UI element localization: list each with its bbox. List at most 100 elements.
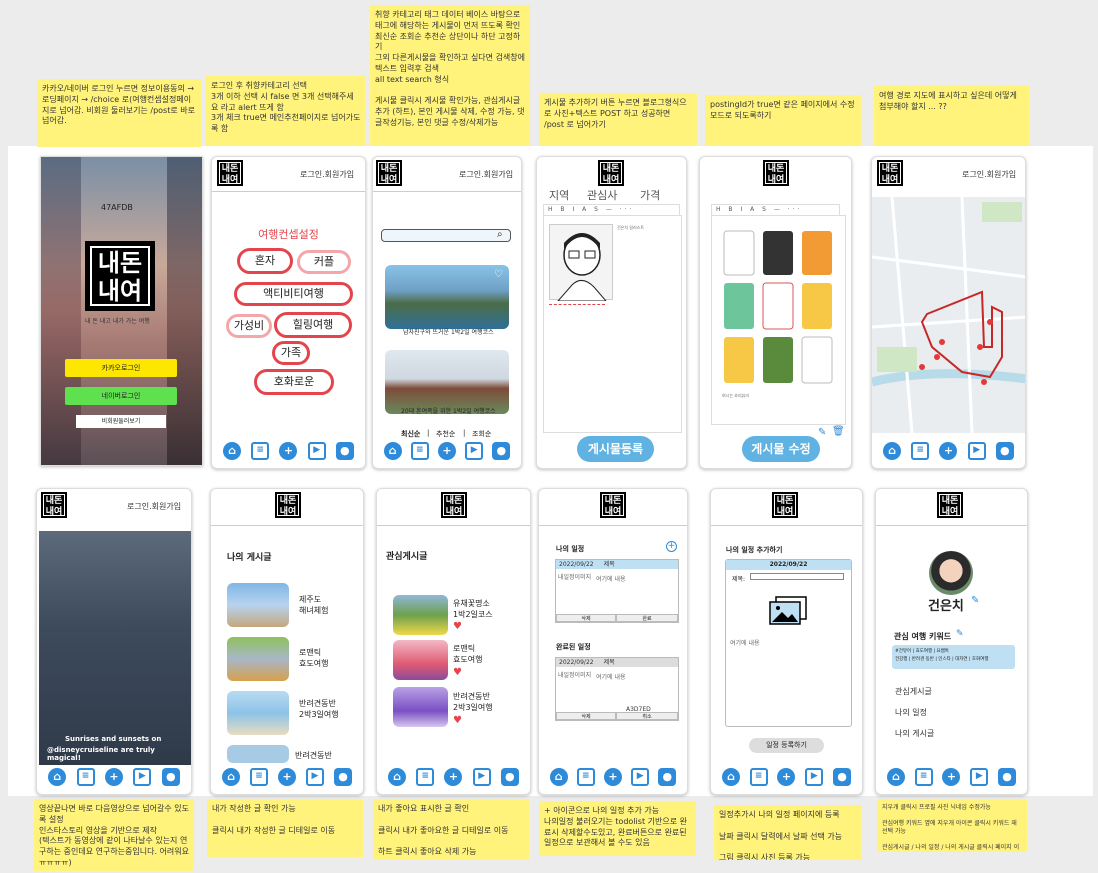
post-thumbnail[interactable]: [385, 350, 509, 414]
tag-value[interactable]: 가성비: [226, 314, 272, 338]
list-icon[interactable]: ≡: [410, 442, 429, 460]
user-icon[interactable]: ●: [833, 768, 852, 786]
schedule-card[interactable]: 2022/09/22 제목 내일정이미지 여기에 내용 삭제 완료: [555, 559, 679, 623]
post-thumbnail[interactable]: [385, 265, 509, 329]
card-image[interactable]: 내일정이미지: [558, 670, 594, 679]
home-icon[interactable]: ⌂: [48, 768, 67, 786]
avatar[interactable]: [929, 551, 973, 595]
login-link[interactable]: 로그인.회원가입: [300, 169, 354, 180]
plus-icon[interactable]: +: [437, 442, 456, 460]
trash-icon[interactable]: 🗑: [832, 426, 845, 437]
login-link[interactable]: 로그인.회원가입: [459, 169, 513, 180]
home-icon[interactable]: ⌂: [886, 768, 905, 786]
home-icon[interactable]: ⌂: [883, 442, 902, 460]
video-icon[interactable]: ▶: [631, 768, 650, 786]
tag-solo[interactable]: 혼자: [237, 248, 293, 274]
post-title[interactable]: 로맨틱 효도여행: [453, 644, 482, 666]
post-thumbnail[interactable]: [393, 640, 448, 680]
plus-icon[interactable]: +: [939, 442, 958, 460]
heart-icon[interactable]: ♥: [453, 667, 462, 678]
story-video[interactable]: [39, 531, 191, 765]
route-map[interactable]: [872, 196, 1025, 434]
guest-button[interactable]: 비회원둘러보기: [76, 415, 166, 428]
heart-icon[interactable]: ♡: [494, 269, 503, 280]
home-icon[interactable]: ⌂: [223, 442, 242, 460]
tag-luxury[interactable]: 호화로운: [254, 369, 334, 395]
schedule-submit-button[interactable]: 일정 등록하기: [749, 738, 824, 753]
eraser-icon[interactable]: ✎: [956, 629, 964, 639]
video-icon[interactable]: ▶: [306, 768, 324, 786]
post-title[interactable]: 유채꽃명소 1박2일코스: [453, 599, 493, 621]
menu-liked-posts[interactable]: 관심게시글: [895, 686, 932, 697]
menu-my-posts[interactable]: 나의 게시글: [895, 728, 934, 739]
video-icon[interactable]: ▶: [967, 442, 986, 460]
post-title[interactable]: 반려견동반 2박3일여행: [453, 692, 493, 714]
post-thumbnail[interactable]: [227, 583, 289, 627]
post-title[interactable]: 반려견동반 2박3일여행: [299, 699, 339, 721]
home-icon[interactable]: ⌂: [721, 768, 740, 786]
filter-price[interactable]: 가격: [640, 187, 660, 203]
user-icon[interactable]: ●: [334, 768, 352, 786]
search-icon[interactable]: ⌕: [497, 229, 503, 240]
post-title[interactable]: 로맨틱 효도여행: [299, 648, 328, 670]
title-input[interactable]: [750, 573, 844, 580]
kakao-login-button[interactable]: 카카오로그인: [65, 359, 177, 377]
home-icon[interactable]: ⌂: [388, 768, 407, 786]
list-icon[interactable]: ≡: [914, 768, 933, 786]
user-icon[interactable]: ●: [335, 442, 354, 460]
list-icon[interactable]: ≡: [76, 768, 95, 786]
tag-healing[interactable]: 힐링여행: [274, 312, 352, 338]
user-icon[interactable]: ●: [998, 768, 1017, 786]
video-icon[interactable]: ▶: [970, 768, 989, 786]
user-icon[interactable]: ●: [161, 768, 180, 786]
login-link[interactable]: 로그인.회원가입: [962, 169, 1016, 180]
card-image[interactable]: 내일정이미지: [558, 572, 594, 581]
list-icon[interactable]: ≡: [576, 768, 595, 786]
menu-my-schedule[interactable]: 나의 일정: [895, 707, 927, 718]
plus-icon[interactable]: +: [278, 768, 296, 786]
naver-login-button[interactable]: 네이버로그인: [65, 387, 177, 405]
post-submit-button[interactable]: 게시물등록: [577, 436, 654, 462]
post-thumbnail[interactable]: [227, 691, 289, 735]
home-icon[interactable]: ⌂: [383, 442, 402, 460]
video-icon[interactable]: ▶: [307, 442, 326, 460]
search-input[interactable]: [381, 229, 511, 242]
post-title[interactable]: 제주도 해녀체험: [299, 595, 328, 617]
tag-activity[interactable]: 액티비티여행: [234, 282, 353, 306]
complete-button[interactable]: 완료: [616, 614, 678, 622]
plus-icon[interactable]: +: [444, 768, 463, 786]
post-thumbnail[interactable]: [227, 637, 289, 681]
video-icon[interactable]: ▶: [805, 768, 824, 786]
add-schedule-icon[interactable]: +: [666, 541, 677, 552]
cancel-button[interactable]: 취소: [616, 712, 678, 720]
video-icon[interactable]: ▶: [133, 768, 152, 786]
post-thumbnail[interactable]: [393, 687, 448, 727]
heart-icon[interactable]: ♥: [453, 715, 462, 726]
list-icon[interactable]: ≡: [911, 442, 930, 460]
list-icon[interactable]: ≡: [250, 768, 268, 786]
eraser-icon[interactable]: ✎: [971, 595, 979, 606]
plus-icon[interactable]: +: [104, 768, 123, 786]
heart-icon[interactable]: ♥: [453, 621, 462, 632]
plus-icon[interactable]: +: [942, 768, 961, 786]
home-icon[interactable]: ⌂: [222, 768, 240, 786]
date-picker[interactable]: 2022/09/22: [726, 560, 851, 570]
tag-couple[interactable]: 커플: [297, 250, 351, 274]
user-icon[interactable]: ●: [658, 768, 677, 786]
login-link[interactable]: 로그인.회원가입: [127, 501, 181, 512]
list-icon[interactable]: ≡: [251, 442, 270, 460]
home-icon[interactable]: ⌂: [549, 768, 568, 786]
user-icon[interactable]: ●: [492, 442, 511, 460]
filter-interest[interactable]: 관심사: [587, 187, 617, 203]
list-icon[interactable]: ≡: [749, 768, 768, 786]
tag-family[interactable]: 가족: [272, 341, 310, 365]
plus-icon[interactable]: +: [777, 768, 796, 786]
filter-region[interactable]: 지역: [549, 187, 569, 203]
delete-button[interactable]: 삭제: [556, 614, 616, 622]
post-edit-button[interactable]: 게시물 수정: [742, 436, 820, 462]
content-text[interactable]: 여기에 내용: [730, 638, 760, 647]
image-upload-icon[interactable]: [768, 596, 808, 626]
video-icon[interactable]: ▶: [472, 768, 491, 786]
post-thumbnail[interactable]: [393, 595, 448, 635]
user-icon[interactable]: ●: [995, 442, 1014, 460]
